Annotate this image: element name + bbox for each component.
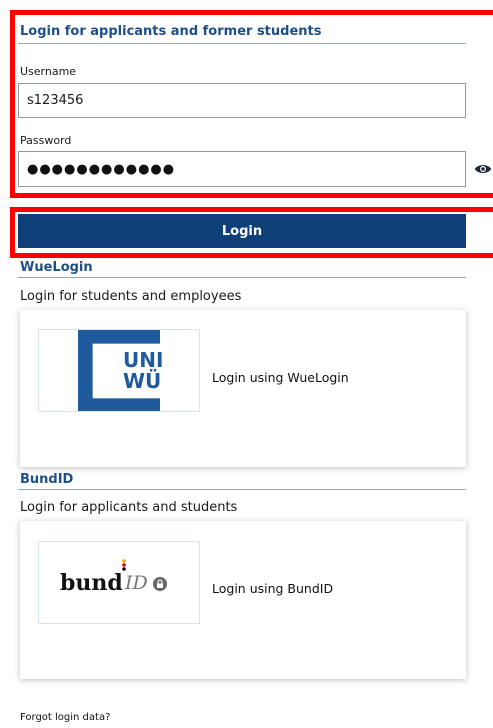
- username-label: Username: [20, 65, 77, 78]
- bundid-logo-box: bund ID: [38, 541, 200, 624]
- bundid-title: BundID: [20, 472, 74, 487]
- logo-text-wue: WÜ: [123, 369, 162, 393]
- password-value: ●●●●●●●●●●●●: [27, 161, 176, 177]
- password-label: Password: [20, 134, 72, 147]
- username-input[interactable]: s123456: [18, 83, 466, 118]
- lock-icon: [153, 577, 167, 591]
- eye-icon[interactable]: [474, 162, 492, 176]
- applicant-login-title: Login for applicants and former students: [20, 24, 322, 39]
- logo-text-uni: UNI: [123, 348, 164, 372]
- login-button[interactable]: Login: [18, 214, 466, 248]
- wuelogin-subtitle: Login for students and employees: [20, 289, 242, 304]
- wuelogin-logo-box: UNI WÜ: [38, 329, 200, 412]
- bundid-logo-word: bund: [60, 570, 123, 596]
- bundid-card-text: Login using BundID: [212, 581, 334, 596]
- wuelogin-card[interactable]: UNI WÜ Login using WueLogin: [20, 310, 466, 467]
- wuelogin-rule: [18, 277, 466, 278]
- bundid-rule: [18, 489, 466, 490]
- forgot-login-link[interactable]: Forgot login data?: [20, 712, 110, 723]
- bundid-subtitle: Login for applicants and students: [20, 500, 238, 515]
- wuelogin-card-text: Login using WueLogin: [212, 370, 349, 385]
- applicant-login-rule: [18, 43, 466, 44]
- uniwue-logo: [78, 330, 160, 411]
- bundid-dots-icon: [122, 559, 126, 571]
- password-input[interactable]: ●●●●●●●●●●●●: [18, 151, 466, 187]
- username-value: s123456: [27, 93, 84, 108]
- bundid-logo-id: ID: [125, 572, 148, 594]
- wuelogin-title: WueLogin: [20, 260, 93, 275]
- bundid-card[interactable]: bund ID Login using BundID: [20, 521, 466, 679]
